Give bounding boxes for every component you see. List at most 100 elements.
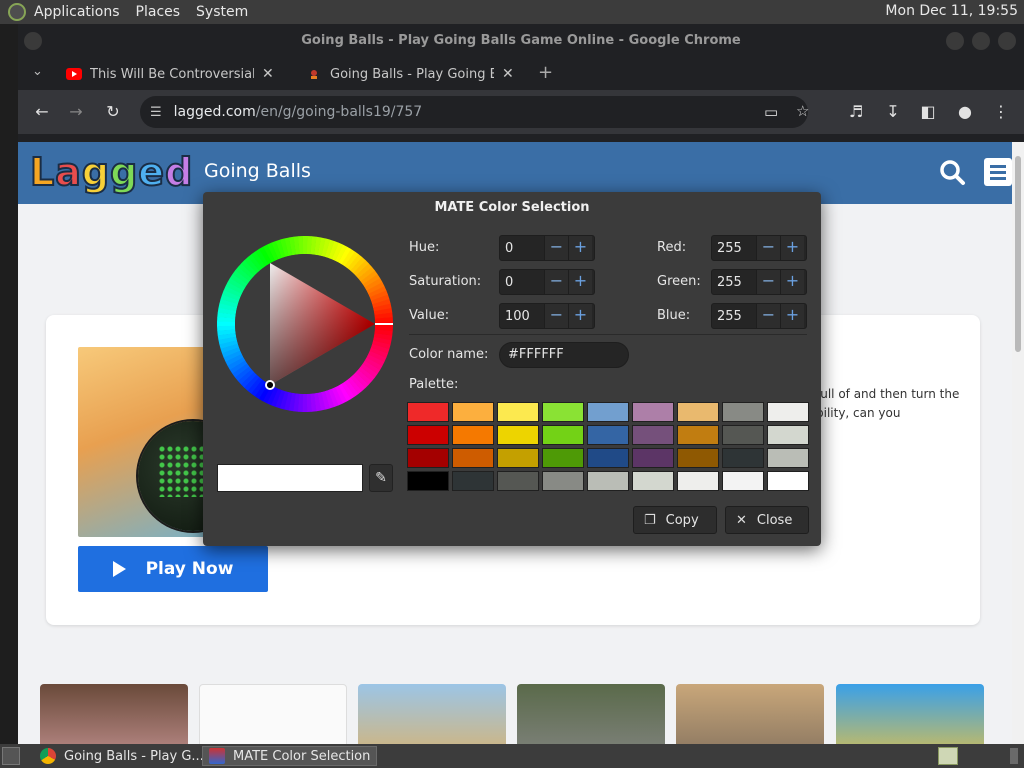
palette-swatch[interactable] xyxy=(452,448,494,468)
back-icon[interactable]: ← xyxy=(32,102,52,121)
related-game-thumb[interactable] xyxy=(517,684,665,744)
tab-close-icon[interactable]: ✕ xyxy=(262,66,274,82)
related-game-thumb[interactable] xyxy=(40,684,188,744)
window-close-button[interactable] xyxy=(998,32,1016,50)
palette-swatch[interactable] xyxy=(542,402,584,422)
maximize-button[interactable] xyxy=(972,32,990,50)
tab-going-balls[interactable]: Going Balls - Play Going Balls Game Onli… xyxy=(306,58,514,90)
saturation-spinbox[interactable]: 0− + xyxy=(499,269,595,295)
palette-swatch[interactable] xyxy=(497,471,539,491)
forward-icon[interactable]: → xyxy=(66,102,86,121)
palette-swatch[interactable] xyxy=(632,448,674,468)
palette-swatch[interactable] xyxy=(407,425,449,445)
value-spinbox[interactable]: 100− + xyxy=(499,303,595,329)
palette-swatch[interactable] xyxy=(497,425,539,445)
palette-swatch[interactable] xyxy=(587,471,629,491)
mate-logo-icon[interactable] xyxy=(8,3,26,21)
hamburger-menu-icon[interactable] xyxy=(984,158,1012,186)
increment-icon[interactable]: + xyxy=(780,236,804,260)
reload-icon[interactable]: ↻ xyxy=(103,102,123,121)
dialog-title[interactable]: MATE Color Selection xyxy=(203,192,821,224)
decrement-icon[interactable]: − xyxy=(756,236,780,260)
color-name-field[interactable]: #FFFFFF xyxy=(499,342,629,368)
blue-spinbox[interactable]: 255− + xyxy=(711,303,807,329)
increment-icon[interactable]: + xyxy=(780,270,804,294)
color-wheel[interactable] xyxy=(217,236,393,412)
decrement-icon[interactable]: − xyxy=(544,304,568,328)
eyedropper-icon[interactable]: ✎ xyxy=(369,464,393,492)
palette-swatch[interactable] xyxy=(452,471,494,491)
copy-button[interactable]: ❐ Copy xyxy=(633,506,717,534)
side-panel-icon[interactable]: ◧ xyxy=(918,102,938,121)
taskbar-item-color-selection[interactable]: MATE Color Selection xyxy=(202,746,378,766)
palette-swatch[interactable] xyxy=(677,471,719,491)
profile-icon[interactable]: ● xyxy=(955,102,975,121)
show-desktop-icon[interactable] xyxy=(2,747,20,765)
decrement-icon[interactable]: − xyxy=(756,270,780,294)
increment-icon[interactable]: + xyxy=(568,236,592,260)
palette-swatch[interactable] xyxy=(542,425,584,445)
green-spinbox[interactable]: 255− + xyxy=(711,269,807,295)
related-game-thumb[interactable] xyxy=(836,684,984,744)
taskbar-item-chrome[interactable]: Going Balls - Play G... xyxy=(34,746,210,766)
palette-swatch[interactable] xyxy=(722,425,764,445)
media-control-icon[interactable]: ♬ xyxy=(846,102,866,121)
palette-swatch[interactable] xyxy=(677,402,719,422)
palette-swatch[interactable] xyxy=(632,471,674,491)
hue-spinbox[interactable]: 0− + xyxy=(499,235,595,261)
palette-swatch[interactable] xyxy=(722,448,764,468)
palette-swatch[interactable] xyxy=(767,425,809,445)
window-titlebar[interactable]: Going Balls - Play Going Balls Game Onli… xyxy=(18,24,1024,58)
palette-swatch[interactable] xyxy=(722,471,764,491)
palette-swatch[interactable] xyxy=(497,402,539,422)
palette-swatch[interactable] xyxy=(407,402,449,422)
menu-system[interactable]: System xyxy=(196,4,248,20)
palette-swatch[interactable] xyxy=(587,448,629,468)
palette-swatch[interactable] xyxy=(677,425,719,445)
play-now-button[interactable]: Play Now xyxy=(78,546,268,592)
related-game-thumb[interactable] xyxy=(358,684,506,744)
palette-swatch[interactable] xyxy=(587,402,629,422)
red-spinbox[interactable]: 255− + xyxy=(711,235,807,261)
tab-search-icon[interactable]: ⌄ xyxy=(32,64,43,79)
palette-swatch[interactable] xyxy=(632,425,674,445)
decrement-icon[interactable]: − xyxy=(544,270,568,294)
panel-clock[interactable]: Mon Dec 11, 19:55 xyxy=(885,3,1018,19)
page-scrollbar[interactable] xyxy=(1012,142,1024,744)
palette-swatch[interactable] xyxy=(677,448,719,468)
palette-swatch[interactable] xyxy=(722,402,764,422)
scrollbar-thumb[interactable] xyxy=(1015,156,1021,352)
menu-places[interactable]: Places xyxy=(136,4,181,20)
install-app-icon[interactable]: ▭ xyxy=(764,103,778,121)
new-tab-icon[interactable]: + xyxy=(538,62,553,83)
lagged-logo[interactable]: Lagged xyxy=(29,149,193,195)
palette-swatch[interactable] xyxy=(452,402,494,422)
related-game-thumb[interactable] xyxy=(676,684,824,744)
increment-icon[interactable]: + xyxy=(568,304,592,328)
site-info-icon[interactable]: ☰ xyxy=(150,105,162,120)
minimize-button[interactable] xyxy=(946,32,964,50)
url-text[interactable]: lagged.com/en/g/going-balls19/757 xyxy=(174,104,423,120)
palette-swatch[interactable] xyxy=(767,402,809,422)
palette-swatch[interactable] xyxy=(407,471,449,491)
increment-icon[interactable]: + xyxy=(780,304,804,328)
palette-swatch[interactable] xyxy=(452,425,494,445)
window-menu-button[interactable] xyxy=(24,32,42,50)
chrome-menu-icon[interactable]: ⋮ xyxy=(991,102,1011,121)
increment-icon[interactable]: + xyxy=(568,270,592,294)
tab-youtube[interactable]: This Will Be Controversial... ✕ xyxy=(66,58,274,90)
downloads-icon[interactable]: ↧ xyxy=(883,102,903,121)
close-button[interactable]: ✕ Close xyxy=(725,506,809,534)
palette-swatch[interactable] xyxy=(767,471,809,491)
related-game-thumb[interactable] xyxy=(199,684,347,744)
menu-applications[interactable]: Applications xyxy=(34,4,120,20)
search-icon[interactable] xyxy=(938,158,966,186)
palette-swatch[interactable] xyxy=(497,448,539,468)
palette-swatch[interactable] xyxy=(767,448,809,468)
palette-swatch[interactable] xyxy=(542,448,584,468)
decrement-icon[interactable]: − xyxy=(544,236,568,260)
bookmark-star-icon[interactable]: ☆ xyxy=(796,102,809,120)
address-bar[interactable]: ☰ lagged.com/en/g/going-balls19/757 ▭ ☆ xyxy=(140,96,809,128)
palette-swatch[interactable] xyxy=(542,471,584,491)
tab-close-icon[interactable]: ✕ xyxy=(502,66,514,82)
